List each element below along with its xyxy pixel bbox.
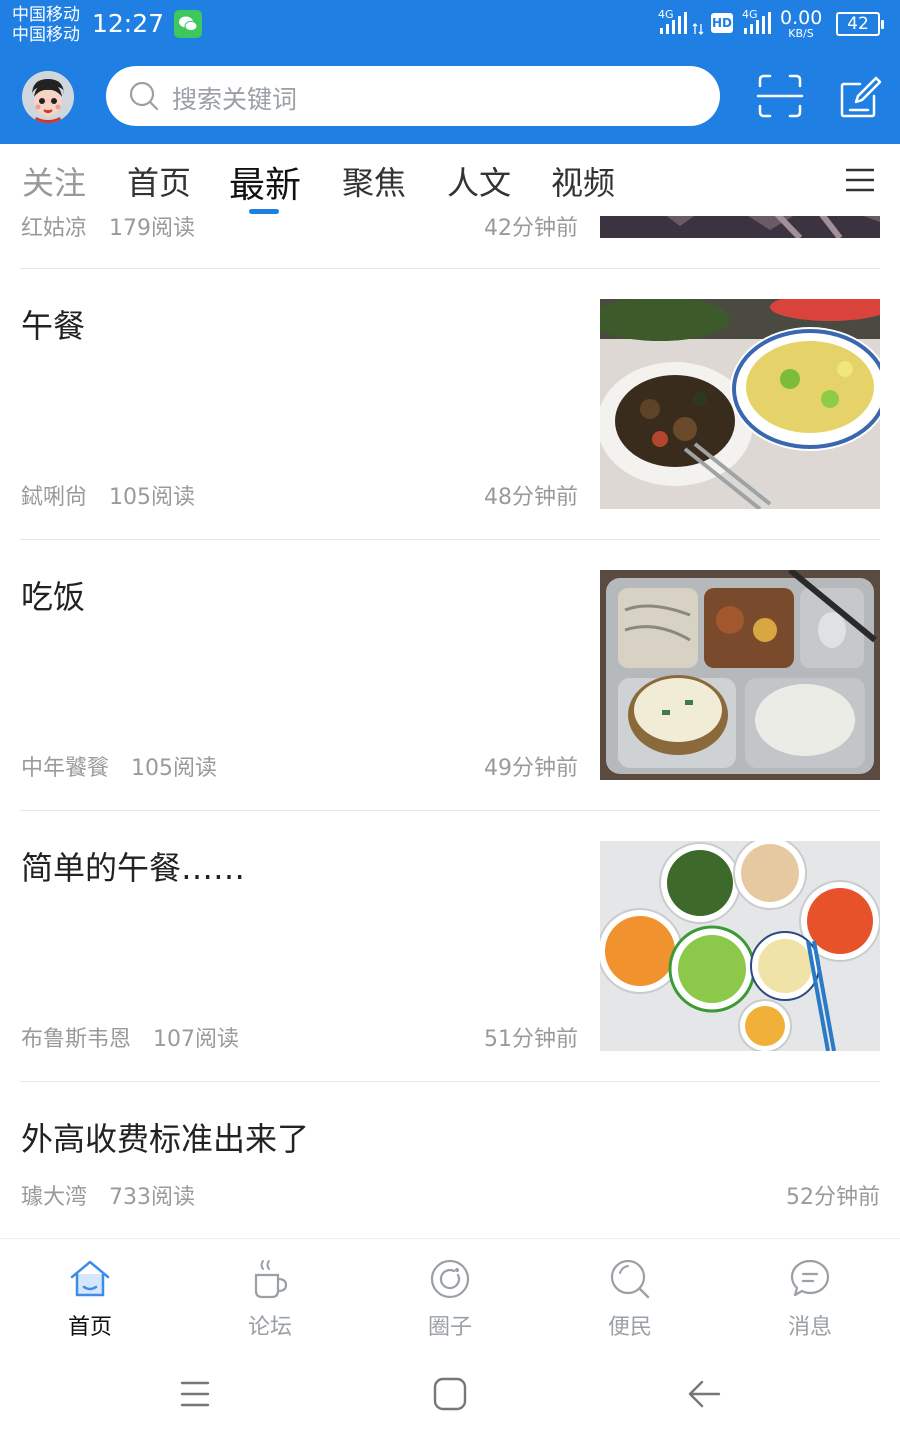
news-feed: 红姑凉 179阅读 42分钟前 午餐 鋱唎尙 105阅读 48分钟前 吃饭 中年… xyxy=(0,216,900,1238)
article-meta: 璩大湾 733阅读 xyxy=(21,1179,195,1211)
list-item[interactable]: 吃饭 中年饕餮 105阅读 49分钟前 xyxy=(0,540,900,810)
article-thumbnail xyxy=(600,570,880,780)
menu-icon[interactable] xyxy=(175,1374,215,1414)
nav-messages[interactable]: 消息 xyxy=(720,1239,900,1349)
list-item[interactable]: 午餐 鋱唎尙 105阅读 48分钟前 xyxy=(0,269,900,539)
back-icon[interactable] xyxy=(685,1374,725,1414)
article-meta: 鋱唎尙 105阅读 xyxy=(21,479,195,511)
network-speed: 0.00 KB/S xyxy=(780,8,822,40)
search-placeholder: 搜索关键词 xyxy=(172,85,298,114)
article-title: 简单的午餐…… xyxy=(21,849,246,887)
article-author: 鋱唎尙 xyxy=(21,485,88,510)
app-header: 中国移动 中国移动 12:27 4G HD 4G 0.00 KB/S 42 搜索… xyxy=(0,0,900,144)
search-box[interactable]: 搜索关键词 xyxy=(106,66,720,126)
article-meta: 布鲁斯韦恩 107阅读 xyxy=(21,1021,239,1053)
home-button-icon[interactable] xyxy=(430,1374,470,1414)
data-arrows-icon xyxy=(692,23,704,35)
signal-icon xyxy=(660,12,687,34)
hd-badge: HD xyxy=(711,13,733,33)
home-icon xyxy=(70,1260,110,1297)
article-thumbnail xyxy=(600,841,880,1051)
carrier-labels: 中国移动 中国移动 xyxy=(12,5,80,45)
tab-focus[interactable]: 聚焦 xyxy=(342,158,406,204)
nav-services[interactable]: 便民 xyxy=(540,1239,720,1349)
list-item[interactable]: 红姑凉 179阅读 42分钟前 xyxy=(0,216,900,241)
nav-label: 首页 xyxy=(67,1315,112,1340)
nav-label: 消息 xyxy=(787,1315,832,1340)
bottom-tab-bar: 首页 论坛 圈子 便民 消息 xyxy=(0,1238,900,1348)
app-screen: 中国移动 中国移动 12:27 4G HD 4G 0.00 KB/S 42 搜索… xyxy=(0,0,900,1440)
list-item[interactable]: 外高收费标准出来了 璩大湾 733阅读 52分钟前 xyxy=(0,1082,900,1238)
article-reads: 105阅读 xyxy=(131,756,218,781)
article-time: 42分钟前 xyxy=(484,216,578,241)
article-author: 红姑凉 xyxy=(21,216,88,241)
nav-circle[interactable]: 圈子 xyxy=(360,1239,540,1349)
nav-home[interactable]: 首页 xyxy=(0,1239,180,1349)
article-title: 外高收费标准出来了 xyxy=(21,1120,310,1158)
tab-follow[interactable]: 关注 xyxy=(22,158,86,204)
article-reads: 179阅读 xyxy=(109,216,196,241)
article-thumbnail xyxy=(600,216,880,238)
article-meta: 红姑凉 179阅读 xyxy=(21,216,195,242)
article-thumbnail xyxy=(600,299,880,509)
article-time: 49分钟前 xyxy=(484,756,578,781)
article-meta: 中年饕餮 105阅读 xyxy=(21,750,217,782)
category-tabs: 关注 首页 最新 聚焦 人文 视频 xyxy=(0,144,900,216)
coffee-cup-icon xyxy=(254,1260,288,1299)
system-navigation-bar xyxy=(0,1348,900,1440)
tab-culture[interactable]: 人文 xyxy=(447,158,511,204)
article-reads: 107阅读 xyxy=(153,1027,240,1052)
signal-icon xyxy=(744,12,771,34)
compose-icon[interactable] xyxy=(836,72,884,120)
article-title: 吃饭 xyxy=(21,578,86,616)
tab-latest[interactable]: 最新 xyxy=(229,156,301,208)
active-tab-indicator xyxy=(249,209,279,214)
status-bar: 中国移动 中国移动 12:27 4G HD 4G 0.00 KB/S 42 xyxy=(0,0,900,50)
chat-bubble-icon xyxy=(790,1259,830,1297)
avatar[interactable] xyxy=(22,71,74,123)
article-author: 中年饕餮 xyxy=(21,756,110,781)
circle-icon xyxy=(430,1259,470,1299)
search-icon xyxy=(610,1259,650,1299)
article-reads: 105阅读 xyxy=(109,485,196,510)
carrier-1: 中国移动 xyxy=(12,5,80,25)
menu-icon[interactable] xyxy=(846,167,874,193)
article-title: 午餐 xyxy=(21,307,86,345)
wechat-icon xyxy=(174,10,202,38)
carrier-2: 中国移动 xyxy=(12,25,80,45)
article-time: 51分钟前 xyxy=(484,1027,578,1052)
article-time: 52分钟前 xyxy=(786,1185,880,1210)
list-item[interactable]: 简单的午餐…… 布鲁斯韦恩 107阅读 51分钟前 xyxy=(0,811,900,1081)
search-icon xyxy=(129,81,159,111)
nav-label: 便民 xyxy=(607,1315,652,1340)
nav-label: 论坛 xyxy=(247,1315,292,1340)
article-author: 璩大湾 xyxy=(21,1185,88,1210)
battery-indicator: 42 xyxy=(836,12,884,36)
article-reads: 733阅读 xyxy=(109,1185,196,1210)
article-time: 48分钟前 xyxy=(484,485,578,510)
tab-video[interactable]: 视频 xyxy=(551,158,615,204)
speed-value: 0.00 xyxy=(780,7,823,29)
tab-home[interactable]: 首页 xyxy=(127,158,191,204)
nav-forum[interactable]: 论坛 xyxy=(180,1239,360,1349)
article-author: 布鲁斯韦恩 xyxy=(21,1027,132,1052)
speed-unit: KB/S xyxy=(788,27,814,40)
scan-icon[interactable] xyxy=(756,72,804,120)
nav-label: 圈子 xyxy=(427,1315,472,1340)
status-time: 12:27 xyxy=(92,9,165,38)
